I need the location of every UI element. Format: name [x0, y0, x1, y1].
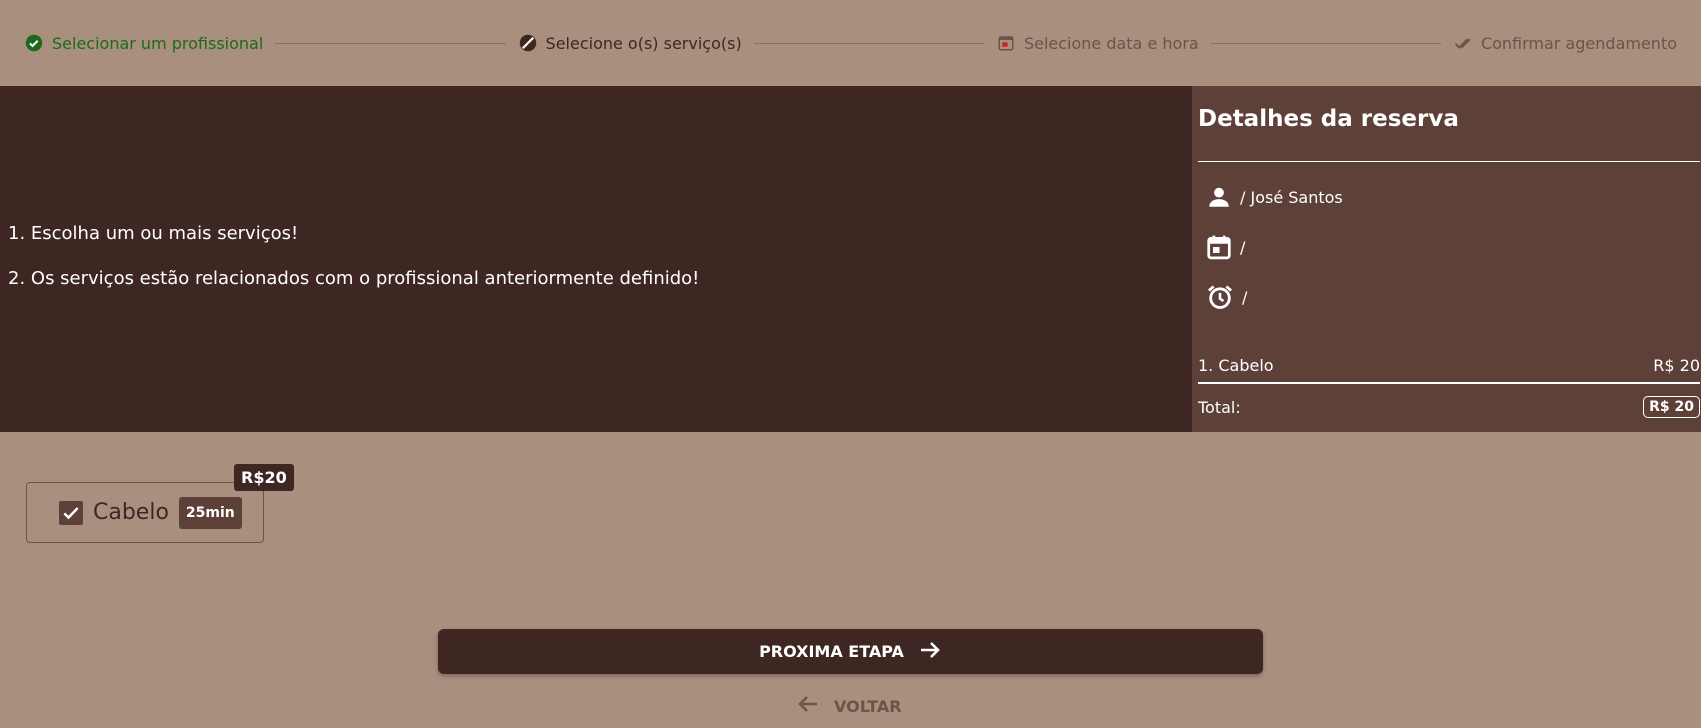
step-select-date-time[interactable]: Selecione data e hora	[996, 33, 1199, 53]
instruction-item: 2. Os serviços estão relacionados com o …	[8, 268, 700, 289]
service-line-price: R$ 20	[1653, 356, 1700, 375]
step-select-services[interactable]: Selecione o(s) serviço(s)	[518, 33, 742, 53]
half-circle-icon	[518, 33, 538, 53]
step-confirm-booking[interactable]: Confirmar agendamento	[1453, 33, 1677, 53]
total-label: Total:	[1198, 397, 1241, 417]
professional-name: / José Santos	[1240, 187, 1343, 207]
check-circle-icon	[24, 33, 44, 53]
service-checkbox[interactable]	[59, 500, 83, 525]
instruction-item: 1. Escolha um ou mais serviços!	[8, 223, 299, 244]
arrow-right-icon	[918, 638, 942, 666]
alarm-clock-icon	[1206, 283, 1234, 311]
duration-chip: 25min	[178, 496, 242, 529]
instructions-panel: 1. Escolha um ou mais serviços! 2. Os se…	[0, 86, 1192, 432]
double-check-icon	[1453, 33, 1473, 53]
step-select-professional[interactable]: Selecionar um profissional	[24, 33, 263, 53]
divider	[1198, 382, 1700, 384]
calendar-icon	[996, 33, 1016, 53]
next-step-label: PROXIMA ETAPA	[759, 642, 904, 661]
back-button[interactable]: VOLTAR	[796, 692, 902, 720]
service-price-tag: R$20	[234, 464, 294, 491]
step-label: Selecionar um profissional	[52, 33, 264, 53]
detail-date: /	[1206, 233, 1245, 261]
service-name: Cabelo	[93, 500, 169, 525]
step-label: Selecione data e hora	[1023, 33, 1199, 53]
service-card-cabelo[interactable]: Cabelo 25min	[26, 482, 264, 543]
date-value: /	[1240, 237, 1246, 257]
selected-service-line: 1. Cabelo R$ 20	[1198, 356, 1700, 375]
arrow-left-icon	[796, 692, 820, 720]
booking-details-panel: Detalhes da reserva / José Santos / / 1.…	[1192, 86, 1701, 432]
back-label: VOLTAR	[834, 696, 902, 716]
next-step-button[interactable]: PROXIMA ETAPA	[438, 629, 1263, 674]
total-row: Total: R$ 20	[1198, 396, 1700, 418]
person-icon	[1206, 184, 1232, 210]
divider	[1198, 161, 1700, 162]
step-connector	[275, 42, 506, 44]
service-line-name: 1. Cabelo	[1198, 356, 1274, 375]
instructions-list: 1. Escolha um ou mais serviços! 2. Os se…	[8, 223, 699, 313]
step-connector	[753, 42, 984, 44]
step-label: Confirmar agendamento	[1480, 33, 1678, 53]
details-title: Detalhes da reserva	[1198, 106, 1459, 132]
time-value: /	[1242, 287, 1248, 307]
detail-time: /	[1206, 283, 1247, 311]
step-connector	[1210, 42, 1441, 44]
step-label: Selecione o(s) serviço(s)	[545, 33, 742, 53]
checkmark-icon	[63, 506, 79, 519]
detail-professional: / José Santos	[1206, 184, 1343, 210]
total-value-badge: R$ 20	[1643, 396, 1700, 418]
calendar-icon	[1206, 233, 1232, 261]
stepper: Selecionar um profissional Selecione o(s…	[0, 0, 1701, 86]
